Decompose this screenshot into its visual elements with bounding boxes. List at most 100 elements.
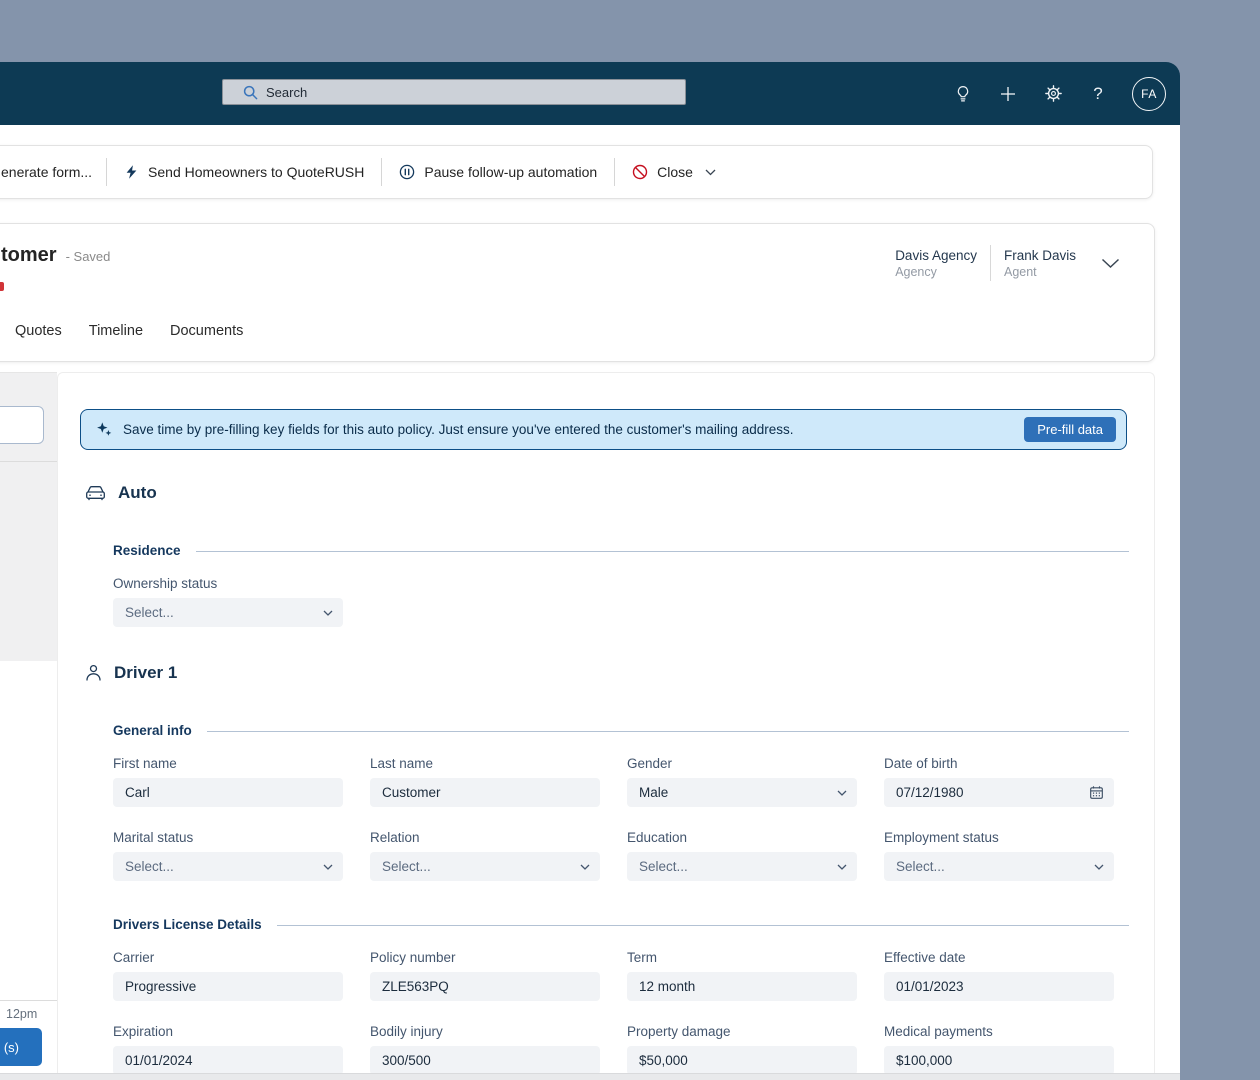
agency-column: Davis Agency Agency bbox=[895, 248, 977, 279]
relation-select[interactable]: Select... bbox=[370, 852, 600, 881]
app-top-bar: Search ? FA bbox=[0, 62, 1180, 125]
marital-status-select[interactable]: Select... bbox=[113, 852, 343, 881]
person-icon bbox=[85, 664, 102, 682]
prefill-data-button[interactable]: Pre-fill data bbox=[1024, 417, 1116, 442]
field-term: Term 12 month bbox=[627, 950, 857, 1001]
general-info-section-label: General info bbox=[113, 723, 192, 738]
close-button[interactable]: Close bbox=[617, 158, 731, 186]
education-select[interactable]: Select... bbox=[627, 852, 857, 881]
auto-section-heading: Auto bbox=[85, 483, 157, 503]
search-input[interactable]: Search bbox=[222, 79, 686, 105]
toolbar-separator bbox=[614, 158, 616, 186]
pause-circle-icon bbox=[399, 164, 415, 180]
agent-column: Frank Davis Agent bbox=[1004, 248, 1076, 279]
field-education: Education Select... bbox=[627, 830, 857, 881]
chevron-down-icon bbox=[323, 864, 333, 870]
general-info-section-row: General info bbox=[113, 723, 1129, 738]
tab-quotes[interactable]: Quotes bbox=[15, 320, 62, 342]
effective-date-input[interactable]: 01/01/2023 bbox=[884, 972, 1114, 1001]
auto-heading-label: Auto bbox=[118, 483, 157, 502]
record-title: tomer bbox=[1, 244, 57, 266]
plus-icon[interactable] bbox=[997, 83, 1019, 105]
field-label: Carrier bbox=[113, 950, 155, 965]
prefill-banner: Save time by pre-filling key fields for … bbox=[80, 409, 1127, 450]
field-bodily-injury: Bodily injury 300/500 bbox=[370, 1024, 600, 1075]
field-label: Date of birth bbox=[884, 756, 958, 771]
search-placeholder: Search bbox=[266, 84, 308, 100]
chevron-down-icon bbox=[837, 790, 847, 796]
date-of-birth-input[interactable]: 07/12/1980 bbox=[884, 778, 1114, 807]
left-rail-panel: 12pm (s) bbox=[0, 372, 57, 1080]
agent-name: Frank Davis bbox=[1003, 247, 1076, 263]
rail-input-cutoff[interactable] bbox=[0, 406, 44, 444]
field-last-name: Last name Customer bbox=[370, 756, 600, 807]
employment-status-select[interactable]: Select... bbox=[884, 852, 1114, 881]
carrier-input[interactable]: Progressive bbox=[113, 972, 343, 1001]
field-label: Employment status bbox=[884, 830, 999, 845]
send-quoterush-label: Send Homeowners to QuoteRUSH bbox=[148, 164, 365, 180]
first-name-input[interactable]: Carl bbox=[113, 778, 343, 807]
ownership-status-select[interactable]: Select... bbox=[113, 598, 343, 627]
property-damage-input[interactable]: $50,000 bbox=[627, 1046, 857, 1075]
field-label: Education bbox=[627, 830, 688, 845]
flow-icon bbox=[124, 164, 139, 180]
tab-documents[interactable]: Documents bbox=[170, 320, 243, 342]
field-label: First name bbox=[113, 756, 177, 771]
field-label: Marital status bbox=[113, 830, 194, 845]
bottom-edge-strip bbox=[0, 1073, 1180, 1080]
chevron-down-icon bbox=[1094, 864, 1104, 870]
field-first-name: First name Carl bbox=[113, 756, 343, 807]
banner-message: Save time by pre-filling key fields for … bbox=[123, 422, 794, 437]
send-quoterush-button[interactable]: Send Homeowners to QuoteRUSH bbox=[109, 158, 379, 186]
tab-timeline[interactable]: Timeline bbox=[89, 320, 143, 342]
agent-role: Agent bbox=[1003, 264, 1037, 279]
field-label: Last name bbox=[370, 756, 434, 771]
chevron-down-icon bbox=[837, 864, 847, 870]
residence-section-label: Residence bbox=[113, 543, 181, 558]
medical-payments-input[interactable]: $100,000 bbox=[884, 1046, 1114, 1075]
bodily-injury-input[interactable]: 300/500 bbox=[370, 1046, 600, 1075]
owner-separator bbox=[989, 245, 991, 281]
section-rule bbox=[195, 551, 1129, 552]
expiration-input[interactable]: 01/01/2024 bbox=[113, 1046, 343, 1075]
pause-automation-button[interactable]: Pause follow-up automation bbox=[384, 158, 612, 186]
policy-number-input[interactable]: ZLE563PQ bbox=[370, 972, 600, 1001]
gear-icon[interactable] bbox=[1042, 83, 1064, 105]
general-info-row2: Marital status Select... Relation Select… bbox=[113, 830, 1129, 881]
chevron-down-icon bbox=[580, 864, 590, 870]
pause-automation-label: Pause follow-up automation bbox=[424, 164, 598, 180]
residence-fields-row: Ownership status Select... bbox=[113, 576, 1129, 627]
close-label: Close bbox=[657, 164, 693, 180]
field-label: Policy number bbox=[370, 950, 456, 965]
chevron-down-icon bbox=[705, 169, 716, 176]
term-input[interactable]: 12 month bbox=[627, 972, 857, 1001]
field-label: Term bbox=[627, 950, 657, 965]
help-glyph: ? bbox=[1093, 83, 1103, 103]
generate-form-button[interactable]: enerate form... bbox=[1, 164, 92, 180]
screen: Search ? FA enerate form... Send Homeown… bbox=[0, 0, 1260, 1080]
sparkles-icon bbox=[96, 422, 113, 437]
lightbulb-icon[interactable] bbox=[952, 83, 974, 105]
license-row2: Expiration 01/01/2024 Bodily injury 300/… bbox=[113, 1024, 1129, 1075]
gender-select[interactable]: Male bbox=[627, 778, 857, 807]
calendar-icon[interactable] bbox=[1089, 785, 1104, 800]
license-section-label: Drivers License Details bbox=[113, 917, 262, 932]
field-relation: Relation Select... bbox=[370, 830, 600, 881]
rail-blue-button[interactable]: (s) bbox=[0, 1028, 42, 1066]
driver-section-heading: Driver 1 bbox=[85, 663, 177, 683]
command-toolbar: enerate form... Send Homeowners to Quote… bbox=[0, 145, 1153, 199]
section-rule bbox=[276, 925, 1129, 926]
chevron-down-icon[interactable] bbox=[1101, 258, 1120, 269]
driver-heading-label: Driver 1 bbox=[114, 663, 178, 682]
license-section-row: Drivers License Details bbox=[113, 917, 1129, 932]
field-effective-date: Effective date 01/01/2023 bbox=[884, 950, 1114, 1001]
field-label: Ownership status bbox=[113, 576, 218, 591]
general-info-row1: First name Carl Last name Customer Gende… bbox=[113, 756, 1129, 807]
field-property-damage: Property damage $50,000 bbox=[627, 1024, 857, 1075]
avatar[interactable]: FA bbox=[1132, 76, 1166, 111]
help-icon[interactable]: ? bbox=[1087, 83, 1109, 105]
field-expiration: Expiration 01/01/2024 bbox=[113, 1024, 343, 1075]
last-name-input[interactable]: Customer bbox=[370, 778, 600, 807]
car-icon bbox=[85, 484, 106, 502]
owner-block[interactable]: Davis Agency Agency Frank Davis Agent bbox=[895, 245, 1120, 281]
